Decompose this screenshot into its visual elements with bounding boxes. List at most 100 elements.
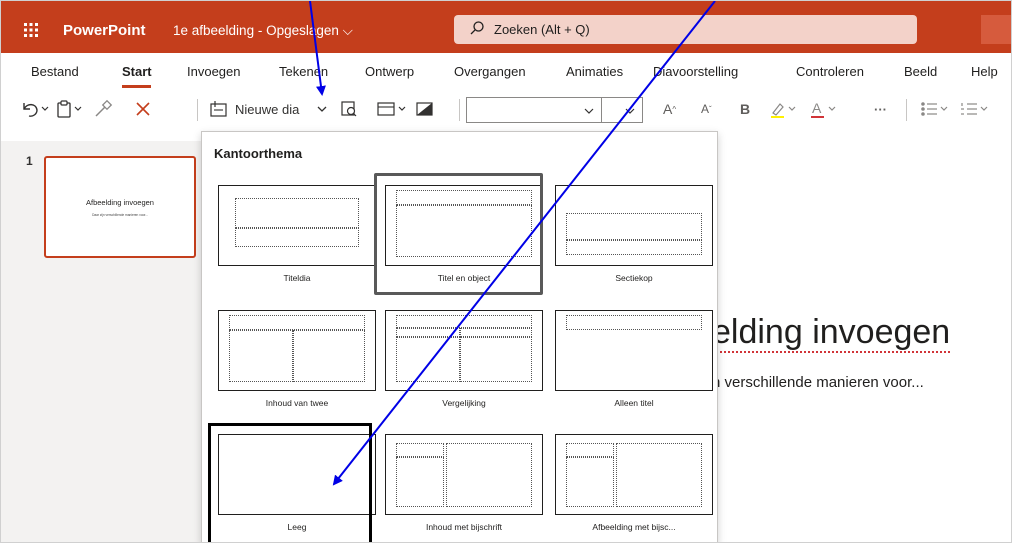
- numbered-list-icon: [961, 103, 988, 115]
- hover-frame: [374, 173, 543, 295]
- undo-button[interactable]: [19, 97, 49, 121]
- svg-text:A: A: [812, 100, 822, 116]
- placeholder: [396, 337, 460, 382]
- slide-subtitle[interactable]: n verschillende manieren voor...: [712, 374, 924, 391]
- powerpoint-window: PowerPoint 1e afbeelding - Opgeslagen ⌵ …: [0, 0, 1012, 543]
- title-bar: PowerPoint 1e afbeelding - Opgeslagen ⌵ …: [1, 1, 1011, 53]
- search-box[interactable]: Zoeken (Alt + Q): [454, 15, 917, 44]
- new-slide-layout-menu: Kantoorthema Titeldia Titel en object Se…: [201, 131, 718, 542]
- placeholder: [460, 328, 532, 337]
- new-slide-button[interactable]: Nieuwe dia: [209, 97, 299, 121]
- placeholder: [235, 198, 359, 228]
- app-launcher-icon[interactable]: [23, 22, 39, 38]
- paste-button[interactable]: [55, 97, 85, 121]
- new-slide-icon: [210, 101, 227, 117]
- bold-button[interactable]: B: [740, 97, 750, 121]
- font-color-button[interactable]: A: [809, 97, 839, 121]
- thumbnail-subtitle: Daar zijn verschillende manieren voor...: [92, 213, 148, 217]
- tab-ontwerp[interactable]: Ontwerp: [365, 64, 414, 79]
- tab-invoegen[interactable]: Invoegen: [187, 64, 241, 79]
- font-size-select[interactable]: [601, 97, 643, 123]
- tab-help[interactable]: Help: [971, 64, 998, 79]
- account-area[interactable]: [981, 15, 1011, 44]
- more-options-button[interactable]: ···: [874, 97, 887, 121]
- tab-tekenen[interactable]: Tekenen: [279, 64, 328, 79]
- search-icon: [469, 20, 485, 36]
- layout-vergelijking[interactable]: Vergelijking: [385, 310, 543, 420]
- reuse-slides-button[interactable]: [339, 97, 359, 121]
- placeholder: [235, 228, 359, 247]
- placeholder: [616, 443, 702, 507]
- toolbar-divider: [197, 99, 198, 121]
- layout-preview: [218, 185, 376, 266]
- placeholder: [229, 330, 293, 382]
- tab-start[interactable]: Start: [122, 64, 152, 79]
- layout-alleen-titel[interactable]: Alleen titel: [555, 310, 713, 420]
- layout-label: Inhoud van twee: [265, 398, 329, 408]
- reuse-slides-icon: [341, 101, 357, 117]
- layout-inhoud-van-twee[interactable]: Inhoud van twee: [218, 310, 376, 420]
- layout-preview: [385, 434, 543, 515]
- tab-diavoorstelling[interactable]: Diavoorstelling: [653, 64, 738, 79]
- layout-label: Vergelijking: [442, 398, 486, 408]
- placeholder: [396, 315, 532, 328]
- tab-bestand[interactable]: Bestand: [31, 64, 79, 79]
- layout-titeldia[interactable]: Titeldia: [218, 185, 376, 295]
- format-painter-button[interactable]: [93, 97, 113, 121]
- ribbon-toolbar: Nieuwe dia A ^ Aˇ B A ···: [1, 89, 1011, 129]
- placeholder: [396, 328, 460, 337]
- toolbar-divider: [459, 99, 460, 121]
- increase-font-size-button[interactable]: A ^: [663, 97, 676, 121]
- menu-header: Kantoorthema: [214, 146, 303, 161]
- layout-label: Alleen titel: [614, 398, 654, 408]
- slide-number: 1: [26, 154, 33, 168]
- font-color-icon: A: [811, 100, 836, 118]
- ribbon-tabs: Bestand Start Invoegen Tekenen Ontwerp O…: [1, 53, 1011, 89]
- search-placeholder: Zoeken (Alt + Q): [494, 22, 590, 37]
- new-slide-label: Nieuwe dia: [235, 101, 300, 117]
- document-title[interactable]: 1e afbeelding - Opgeslagen ⌵: [173, 23, 353, 39]
- placeholder: [566, 315, 702, 330]
- layout-afbeelding-met-bijschrift[interactable]: Afbeelding met bijsc...: [555, 434, 713, 542]
- layout-inhoud-met-bijschrift[interactable]: Inhoud met bijschrift: [385, 434, 543, 542]
- format-painter-icon: [95, 99, 113, 117]
- delete-button[interactable]: [134, 97, 152, 121]
- layout-preview: [555, 310, 713, 391]
- layout-sectiekop[interactable]: Sectiekop: [555, 185, 713, 295]
- active-tab-indicator: [122, 85, 151, 88]
- tab-controleren[interactable]: Controleren: [796, 64, 864, 79]
- layout-label: Afbeelding met bijsc...: [592, 522, 676, 532]
- undo-icon: [23, 103, 49, 117]
- placeholder: [566, 240, 702, 255]
- highlighter-icon: [771, 103, 796, 118]
- placeholder: [460, 337, 532, 382]
- numbering-button[interactable]: [959, 97, 991, 121]
- background-icon: [416, 102, 433, 116]
- close-icon: [136, 102, 150, 116]
- chevron-down-icon: [584, 108, 594, 114]
- layout-preview: [385, 310, 543, 391]
- highlight-button[interactable]: [769, 97, 799, 121]
- placeholder: [293, 330, 365, 382]
- layout-icon: [377, 102, 406, 116]
- tab-animaties[interactable]: Animaties: [566, 64, 623, 79]
- layout-button[interactable]: [376, 97, 408, 121]
- new-slide-dropdown[interactable]: [316, 97, 328, 121]
- font-name-select[interactable]: [466, 97, 602, 123]
- tab-beeld[interactable]: Beeld: [904, 64, 937, 79]
- slide-title[interactable]: elding invoegen: [712, 313, 951, 353]
- bullets-button[interactable]: [919, 97, 951, 121]
- tab-overgangen[interactable]: Overgangen: [454, 64, 526, 79]
- slide-thumbnail[interactable]: Afbeelding invoegen Daar zijn verschille…: [44, 156, 196, 258]
- layout-label: Titeldia: [283, 273, 311, 283]
- decrease-font-size-button[interactable]: Aˇ: [701, 97, 712, 121]
- section-button[interactable]: [415, 97, 435, 121]
- placeholder: [396, 457, 444, 507]
- layout-label: Sectiekop: [615, 273, 653, 283]
- app-name[interactable]: PowerPoint: [63, 22, 146, 39]
- toolbar-divider: [906, 99, 907, 121]
- layout-preview: [218, 310, 376, 391]
- placeholder: [566, 213, 702, 240]
- placeholder: [566, 457, 614, 507]
- chevron-down-icon: [317, 106, 327, 112]
